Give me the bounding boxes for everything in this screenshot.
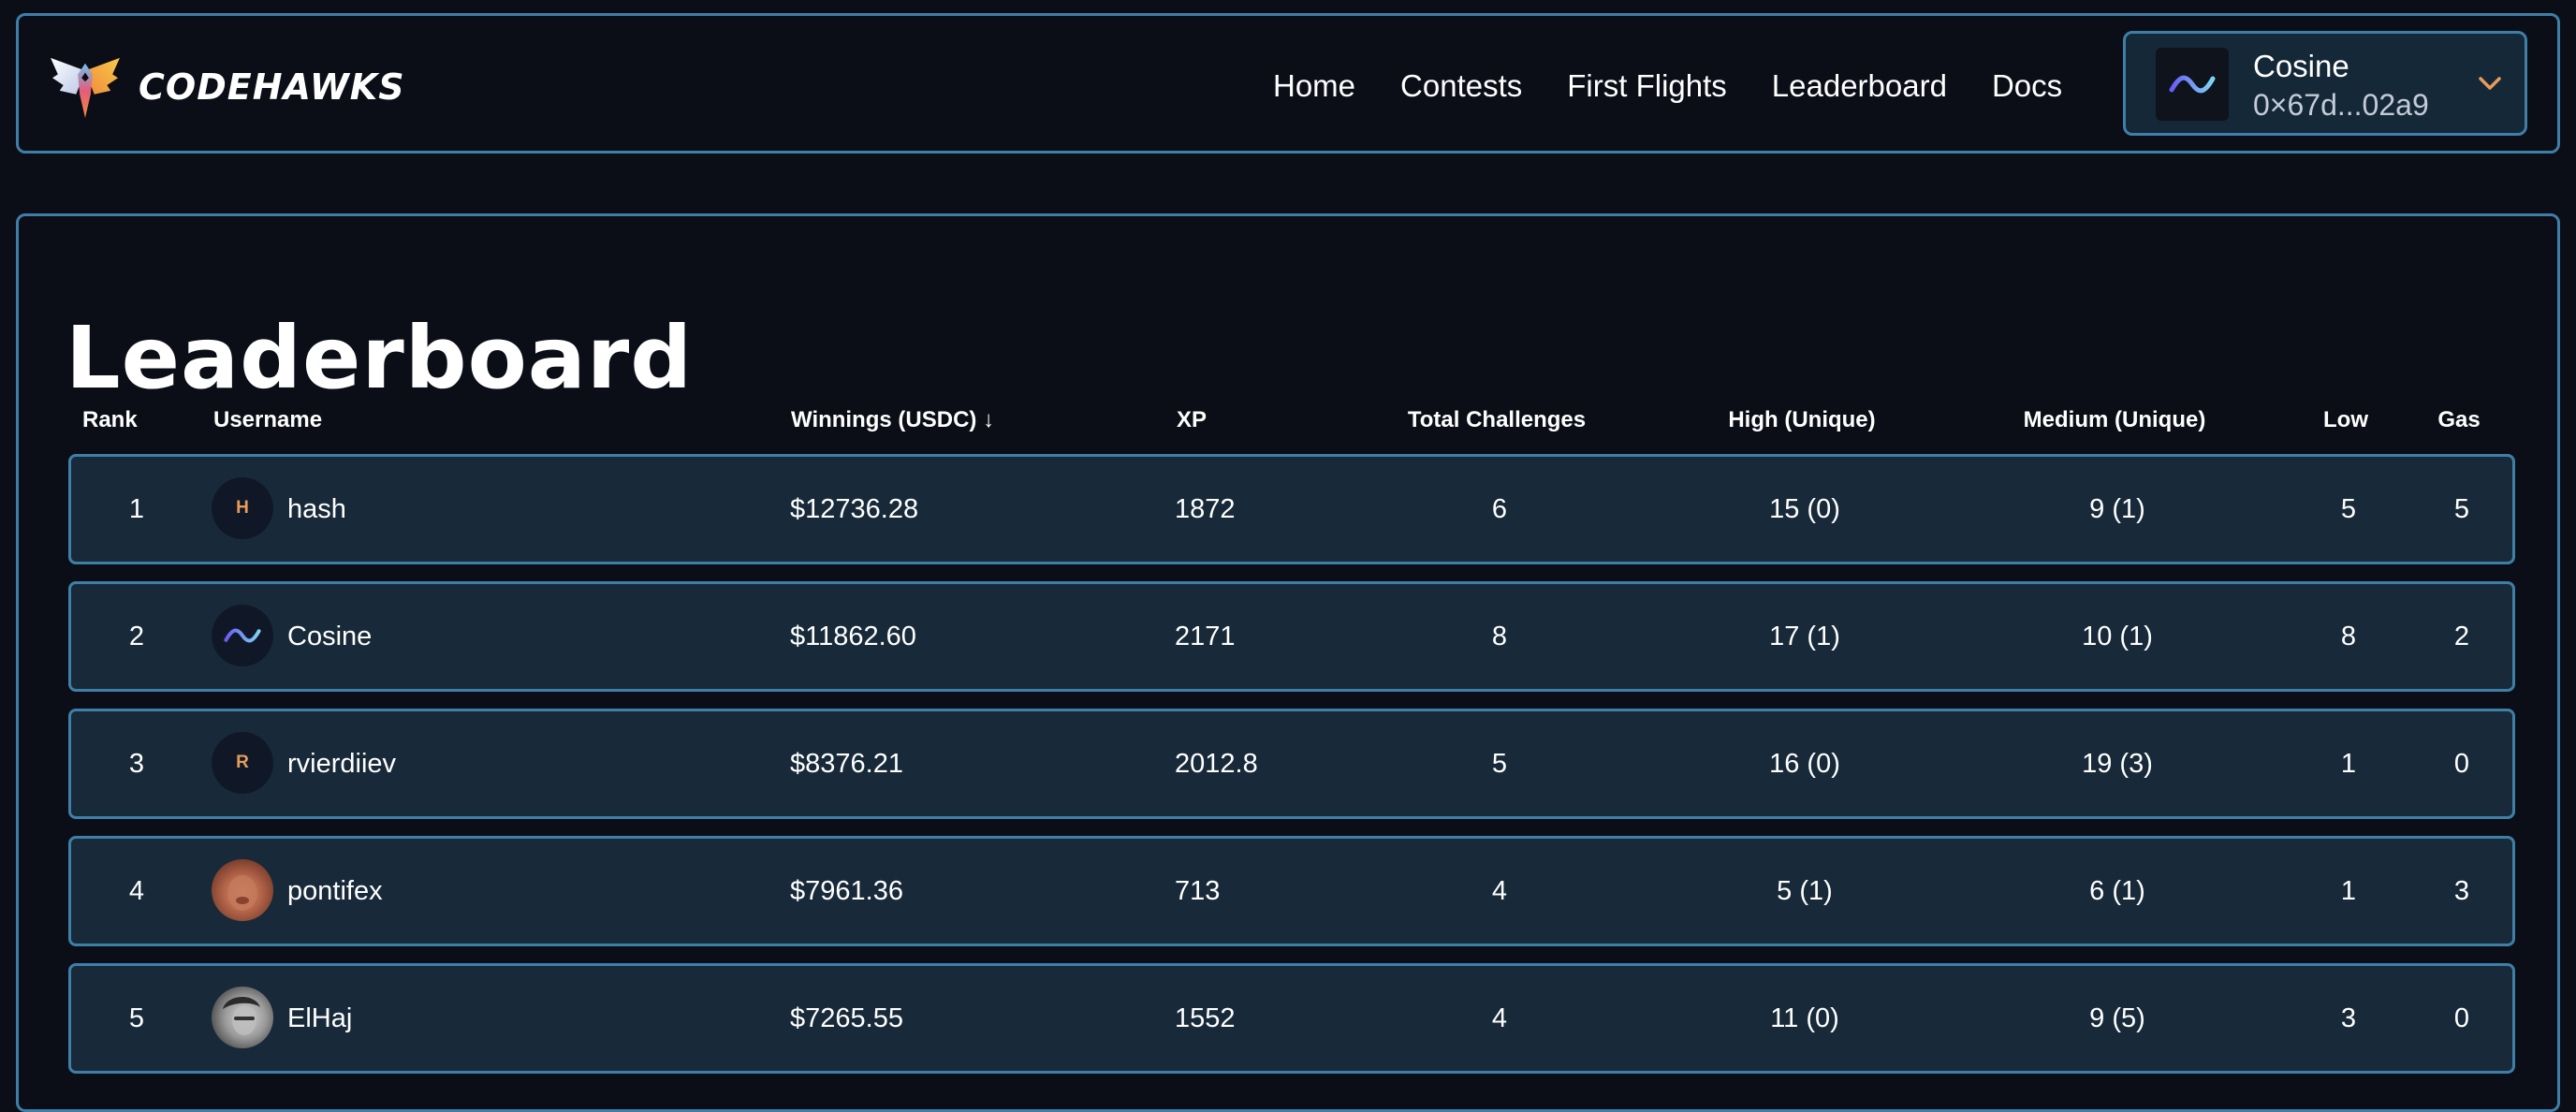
low-cell: 3 — [2340, 1002, 2357, 1033]
top-navigation-bar: CODEHAWKS Home Contests First Flights Le… — [16, 13, 2560, 154]
avatar-photo — [212, 987, 273, 1048]
username-cell[interactable]: rvierdiiev — [287, 711, 396, 816]
low-cell: 5 — [2340, 493, 2357, 524]
codehawks-logo[interactable]: CODEHAWKS — [49, 50, 405, 124]
avatar-initial: R — [236, 753, 249, 772]
winnings-cell: $7961.36 — [790, 875, 903, 906]
gas-cell: 3 — [2453, 875, 2470, 906]
avatar-initial: H — [236, 498, 249, 518]
table-row[interactable]: 5 ElHaj $7265.55 1552 4 11 (0) 9 (5) 3 0 — [68, 963, 2515, 1074]
rank-cell: 5 — [128, 1002, 145, 1033]
account-name: Cosine — [2253, 49, 2349, 83]
total-challenges-cell: 6 — [1491, 493, 1508, 524]
total-challenges-cell: 8 — [1491, 621, 1508, 651]
nav-leaderboard-link[interactable]: Leaderboard — [1772, 68, 1947, 104]
page-title: Leaderboard — [66, 307, 694, 408]
low-cell: 1 — [2340, 748, 2357, 779]
rank-cell: 1 — [128, 493, 145, 524]
total-challenges-cell: 5 — [1491, 748, 1508, 779]
winnings-cell: $8376.21 — [790, 748, 903, 779]
low-cell: 8 — [2340, 621, 2357, 651]
high-cell: 16 (0) — [1769, 748, 1840, 779]
gas-cell: 5 — [2453, 493, 2470, 524]
nav-home-link[interactable]: Home — [1273, 68, 1355, 104]
wave-logo-icon — [224, 628, 261, 643]
header-gas[interactable]: Gas — [2437, 407, 2480, 433]
header-username[interactable]: Username — [213, 407, 322, 433]
high-cell: 15 (0) — [1769, 493, 1840, 524]
gas-cell: 2 — [2453, 621, 2470, 651]
header-winnings[interactable]: Winnings (USDC) ↓ — [791, 407, 994, 433]
header-high[interactable]: High (Unique) — [1728, 407, 1875, 433]
winnings-cell: $12736.28 — [790, 493, 919, 524]
header-xp[interactable]: XP — [1177, 407, 1207, 433]
leaderboard-panel: Leaderboard Rank Username Winnings (USDC… — [16, 213, 2560, 1112]
avatar — [212, 605, 273, 666]
rank-cell: 4 — [128, 875, 145, 906]
brand-wordmark: CODEHAWKS — [139, 66, 405, 108]
total-challenges-cell: 4 — [1491, 1002, 1508, 1033]
username-cell[interactable]: hash — [287, 457, 346, 562]
wave-logo-icon — [2169, 75, 2216, 94]
table-row[interactable]: 4 pontifex $7961.36 713 4 5 (1) 6 (1) 1 … — [68, 836, 2515, 946]
rank-cell: 3 — [128, 748, 145, 779]
username-cell[interactable]: pontifex — [287, 839, 383, 944]
xp-cell: 1552 — [1175, 1002, 1236, 1033]
hawk-logo-icon — [51, 57, 120, 119]
account-address: 0×67d...02a9 — [2253, 88, 2429, 122]
face-photo-icon — [223, 996, 260, 1035]
username-cell[interactable]: Cosine — [287, 584, 372, 689]
header-total-challenges[interactable]: Total Challenges — [1408, 407, 1586, 433]
xp-cell: 713 — [1175, 875, 1221, 906]
medium-cell: 9 (1) — [2089, 493, 2145, 524]
gas-cell: 0 — [2453, 1002, 2470, 1033]
table-row[interactable]: 3 R rvierdiiev $8376.21 2012.8 5 16 (0) … — [68, 709, 2515, 819]
rank-cell: 2 — [128, 621, 145, 651]
table-header: Rank Username Winnings (USDC) ↓ XP Total… — [19, 407, 2557, 445]
header-medium[interactable]: Medium (Unique) — [2024, 407, 2206, 433]
account-menu-button[interactable]: Cosine 0×67d...02a9 — [2123, 31, 2527, 136]
medium-cell: 19 (3) — [2082, 748, 2153, 779]
table-row[interactable]: 1 H hash $12736.28 1872 6 15 (0) 9 (1) 5… — [68, 454, 2515, 564]
xp-cell: 2171 — [1175, 621, 1236, 651]
high-cell: 5 (1) — [1777, 875, 1833, 906]
header-low[interactable]: Low — [2323, 407, 2368, 433]
chevron-down-icon[interactable] — [2476, 69, 2504, 97]
avatar: R — [212, 732, 273, 794]
table-row[interactable]: 2 Cosine $11862.60 2171 8 17 (1) 10 (1) … — [68, 581, 2515, 692]
high-cell: 17 (1) — [1769, 621, 1840, 651]
account-avatar — [2156, 48, 2229, 121]
avatar: H — [212, 477, 273, 539]
gas-cell: 0 — [2453, 748, 2470, 779]
medium-cell: 10 (1) — [2082, 621, 2153, 651]
winnings-cell: $7265.55 — [790, 1002, 903, 1033]
high-cell: 11 (0) — [1770, 1002, 1839, 1033]
xp-cell: 1872 — [1175, 493, 1236, 524]
nav-docs-link[interactable]: Docs — [1992, 68, 2062, 104]
nav-first-flights-link[interactable]: First Flights — [1567, 68, 1727, 104]
medium-cell: 6 (1) — [2089, 875, 2145, 906]
xp-cell: 2012.8 — [1175, 748, 1258, 779]
main-nav: Home Contests First Flights Leaderboard … — [1273, 53, 2062, 119]
avatar-photo — [212, 859, 273, 921]
winnings-cell: $11862.60 — [790, 621, 916, 651]
face-photo-icon — [227, 875, 257, 911]
total-challenges-cell: 4 — [1491, 875, 1508, 906]
low-cell: 1 — [2340, 875, 2357, 906]
header-rank[interactable]: Rank — [82, 407, 138, 433]
medium-cell: 9 (5) — [2089, 1002, 2145, 1033]
nav-contests-link[interactable]: Contests — [1400, 68, 1522, 104]
username-cell[interactable]: ElHaj — [287, 966, 352, 1071]
